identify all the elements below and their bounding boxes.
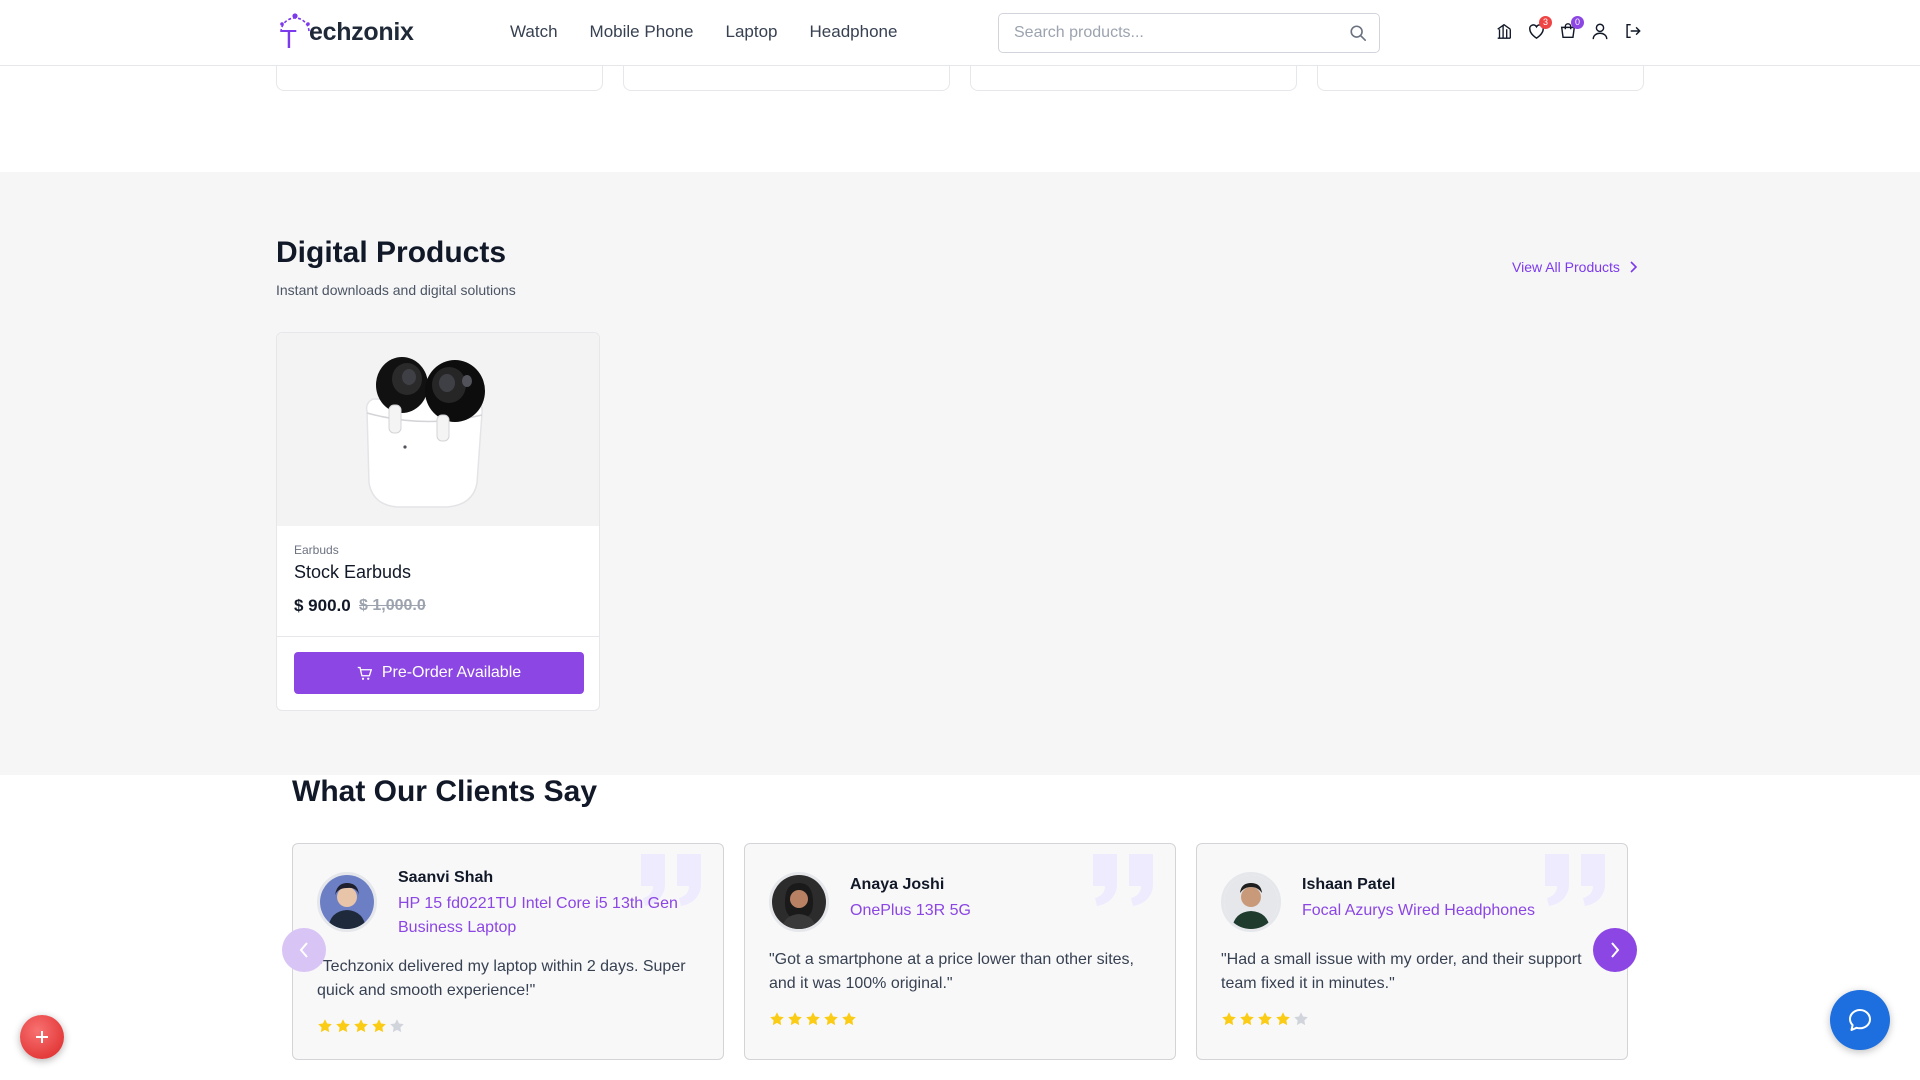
section-subtitle: Instant downloads and digital solutions — [276, 282, 516, 298]
carousel-prev-button[interactable] — [282, 928, 326, 972]
section-title: Digital Products — [276, 236, 507, 269]
divider — [277, 636, 599, 637]
logo-mark-icon: T — [275, 12, 315, 54]
site-header: T echzonix Watch Mobile Phone Laptop Hea… — [0, 0, 1920, 66]
star-icon — [336, 1019, 350, 1033]
testimonial-quote: "Techzonix delivered my laptop within 2 … — [317, 958, 686, 999]
star-icon — [770, 1012, 784, 1026]
product-name[interactable]: Stock Earbuds — [294, 562, 411, 583]
testimonial-quote: "Had a small issue with my order, and th… — [1221, 951, 1582, 992]
avatar — [1221, 872, 1281, 932]
cart-icon — [357, 666, 372, 680]
reviewer-name: Saanvi Shah — [398, 869, 494, 886]
logo[interactable]: T echzonix — [275, 12, 414, 54]
product-price: $ 900.0 — [294, 596, 351, 615]
main-nav: Watch Mobile Phone Laptop Headphone — [510, 22, 897, 42]
star-icon — [1240, 1012, 1254, 1026]
star-icon — [390, 1019, 404, 1033]
search-input[interactable] — [999, 14, 1319, 52]
cart-button[interactable]: 0 — [1558, 16, 1584, 42]
testimonial-card: Saanvi Shah HP 15 fd0221TU Intel Core i5… — [292, 843, 724, 1060]
logo-text: echzonix — [309, 17, 414, 46]
product-category: Earbuds — [294, 543, 339, 557]
view-all-products-link[interactable]: View All Products — [1512, 259, 1638, 275]
star-icon — [1276, 1012, 1290, 1026]
star-icon — [1222, 1012, 1236, 1026]
plus-icon — [36, 1031, 48, 1043]
chevron-right-icon — [1611, 942, 1620, 958]
testimonial-card: Ishaan Patel Focal Azurys Wired Headphon… — [1196, 843, 1628, 1060]
pre-order-button[interactable]: Pre-Order Available — [294, 652, 584, 694]
star-icon — [824, 1012, 838, 1026]
reviewer-name: Anaya Joshi — [850, 876, 945, 893]
product-card[interactable]: Earbuds Stock Earbuds $ 900.0 $ 1,000.0 … — [276, 332, 600, 711]
star-icon — [318, 1019, 332, 1033]
reviewer-name: Ishaan Patel — [1302, 876, 1396, 893]
reviewed-product-link[interactable]: OnePlus 13R 5G — [850, 899, 1150, 923]
view-all-label: View All Products — [1512, 259, 1620, 275]
star-icon — [806, 1012, 820, 1026]
carousel-next-button[interactable] — [1593, 928, 1637, 972]
product-old-price: $ 1,000.0 — [359, 597, 426, 614]
wishlist-button[interactable]: 3 — [1526, 16, 1552, 42]
star-rating — [1221, 1011, 1309, 1027]
user-icon[interactable] — [1590, 20, 1610, 42]
product-image[interactable] — [277, 333, 599, 526]
reviewed-product-link[interactable]: HP 15 fd0221TU Intel Core i5 13th Gen Bu… — [398, 892, 698, 940]
avatar — [769, 872, 829, 932]
testimonial-quote: "Got a smartphone at a price lower than … — [769, 951, 1134, 992]
nav-watch[interactable]: Watch — [510, 22, 558, 42]
nav-laptop[interactable]: Laptop — [726, 22, 778, 42]
star-icon — [842, 1012, 856, 1026]
nav-mobile-phone[interactable]: Mobile Phone — [590, 22, 694, 42]
compare-icon[interactable] — [1494, 20, 1514, 42]
avatar — [317, 872, 377, 932]
star-icon — [372, 1019, 386, 1033]
star-icon — [1258, 1012, 1272, 1026]
chat-button[interactable] — [1830, 990, 1890, 1050]
pre-order-label: Pre-Order Available — [381, 664, 522, 681]
logout-icon[interactable] — [1622, 20, 1642, 42]
cart-count-badge: 0 — [1571, 16, 1584, 29]
star-icon — [354, 1019, 368, 1033]
search-box — [998, 13, 1380, 53]
floating-add-button[interactable] — [20, 1015, 64, 1059]
star-rating — [317, 1018, 405, 1034]
logo-letter: T — [281, 24, 297, 52]
testimonial-card: Anaya Joshi OnePlus 13R 5G "Got a smartp… — [744, 843, 1176, 1060]
wishlist-count-badge: 3 — [1539, 16, 1552, 29]
chevron-left-icon — [299, 942, 308, 958]
reviewed-product-link[interactable]: Focal Azurys Wired Headphones — [1302, 899, 1602, 923]
star-icon — [1294, 1012, 1308, 1026]
chevron-right-icon — [1630, 261, 1638, 273]
header-actions: 3 0 — [1494, 16, 1642, 42]
chat-icon — [1849, 1009, 1871, 1031]
testimonials-title: What Our Clients Say — [292, 775, 598, 808]
star-icon — [788, 1012, 802, 1026]
search-icon[interactable] — [1349, 24, 1367, 47]
star-rating — [769, 1011, 857, 1027]
nav-headphone[interactable]: Headphone — [810, 22, 898, 42]
